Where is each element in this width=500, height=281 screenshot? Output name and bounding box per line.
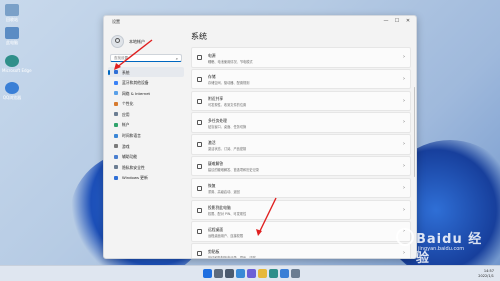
taskbar-edge-icon[interactable]	[269, 269, 278, 278]
clock-date: 2022/1/1	[478, 273, 494, 278]
baidu-jingyan-watermark: Baidu 经验 jingyan.baidu.com	[378, 224, 496, 266]
taskbar-settings-icon[interactable]	[291, 269, 300, 278]
taskbar-file-explorer-icon[interactable]	[258, 269, 267, 278]
system-tray-clock[interactable]: 14:57 2022/1/1	[478, 269, 494, 278]
watermark-url: jingyan.baidu.com	[418, 246, 465, 252]
taskbar: 14:57 2022/1/1	[0, 265, 500, 281]
taskbar-search-icon[interactable]	[214, 269, 223, 278]
taskbar-store-icon[interactable]	[280, 269, 289, 278]
taskbar-task-view-icon[interactable]	[225, 269, 234, 278]
arrow-to-about	[256, 197, 277, 236]
taskbar-chat-icon[interactable]	[247, 269, 256, 278]
taskbar-widgets-icon[interactable]	[236, 269, 245, 278]
taskbar-start-icon[interactable]	[203, 269, 212, 278]
arrow-to-system	[114, 39, 153, 70]
baidu-paw-logo	[396, 228, 414, 246]
